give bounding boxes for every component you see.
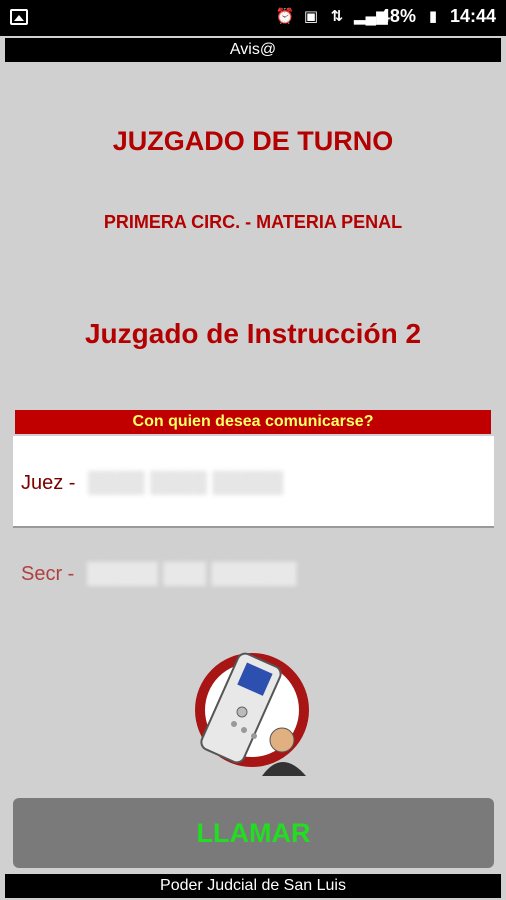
app-title: Avis@	[229, 41, 277, 58]
battery-percent: 48%	[379, 6, 416, 26]
status-bar-right: ⏰ ▣ ⇅ ▂▄▆ 48% ▮ 14:44	[276, 6, 496, 27]
contact-prompt-bar: Con quien desea comunicarse?	[15, 410, 491, 434]
option-secretary-name: █████ ███ ██████	[87, 563, 297, 585]
page-title: JUZGADO DE TURNO	[112, 126, 394, 156]
option-judge-label: Juez -	[21, 472, 76, 494]
phone-call-icon[interactable]	[192, 644, 312, 780]
page-subtitle: PRIMERA CIRC. - MATERIA PENAL	[103, 212, 403, 232]
app-title-bar: Avis@	[5, 38, 501, 62]
image-icon	[10, 9, 28, 25]
data-arrows-icon: ⇅	[330, 7, 344, 25]
status-bar: ⏰ ▣ ⇅ ▂▄▆ 48% ▮ 14:44	[0, 0, 506, 36]
option-secretary-label: Secr -	[21, 563, 75, 585]
volte-icon: ▣	[303, 7, 319, 25]
call-button[interactable]: LLAMAR	[13, 798, 494, 868]
alarm-icon: ⏰	[275, 7, 295, 25]
option-judge-name: ████ ████ █████	[88, 472, 284, 494]
footer-text: Poder Judcial de San Luis	[160, 877, 346, 894]
court-name: Juzgado de Instrucción 2	[84, 318, 422, 349]
signal-icon: ▂▄▆	[353, 7, 388, 25]
clock: 14:44	[449, 6, 496, 26]
battery-icon: ▮	[428, 7, 438, 25]
option-judge[interactable]: Juez - ████ ████ █████	[13, 436, 494, 528]
contact-prompt: Con quien desea comunicarse?	[132, 413, 374, 430]
footer: Poder Judcial de San Luis	[5, 874, 501, 898]
